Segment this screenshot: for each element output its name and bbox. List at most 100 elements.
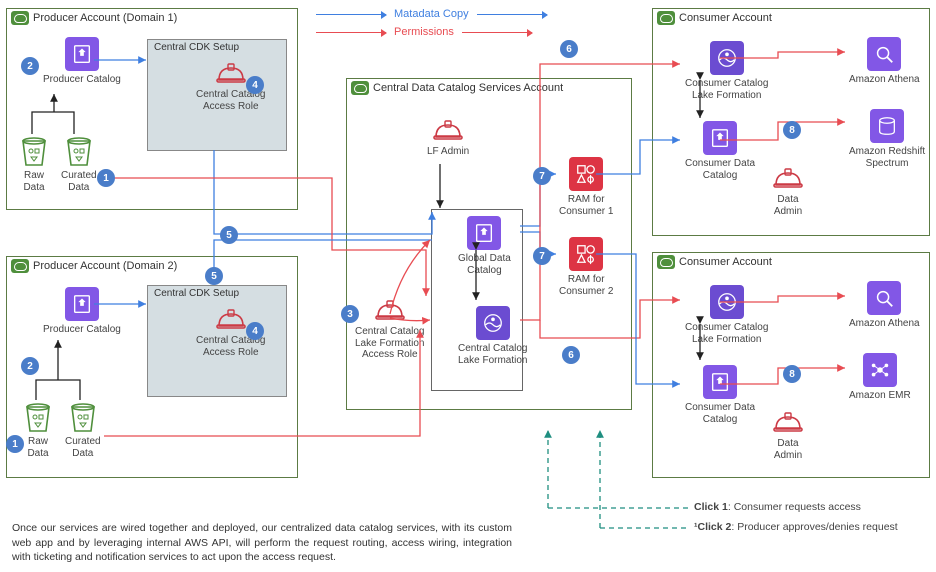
- icon-label: Consumer Data Catalog: [685, 402, 755, 425]
- data-admin: Data Admin: [773, 411, 803, 461]
- legend-label: Matadata Copy: [394, 8, 469, 20]
- catalog-group-box: Global Data Catalog Central Catalog Lake…: [431, 209, 523, 391]
- consumer-1-container: Consumer Account Consumer Catalog Lake F…: [652, 8, 930, 236]
- cdk-setup-box: Central CDK Setup Central Catalog Access…: [147, 285, 287, 397]
- step-3-badge: 3: [341, 305, 359, 323]
- step-2-badge: 2: [21, 357, 39, 375]
- step-5-badge: 5: [205, 267, 223, 285]
- bucket-icon: [21, 137, 47, 167]
- athena-icon: [867, 37, 901, 71]
- lf-admin: LF Admin: [427, 119, 469, 158]
- box-title: Central CDK Setup: [154, 42, 239, 53]
- producer-2-container: Producer Account (Domain 2) Producer Cat…: [6, 256, 298, 478]
- athena-icon: [867, 281, 901, 315]
- icon-label: Amazon Athena: [849, 318, 920, 330]
- step-6-badge: 6: [562, 346, 580, 364]
- icon-label: Raw Data: [23, 170, 44, 193]
- cdk-setup-box: Central CDK Setup Central Catalog Access…: [147, 39, 287, 151]
- step-4-badge: 4: [246, 322, 264, 340]
- global-data-catalog: Global Data Catalog: [458, 216, 511, 276]
- lake-icon: [476, 306, 510, 340]
- icon-label: Global Data Catalog: [458, 253, 511, 276]
- raw-data-bucket: Raw Data: [21, 137, 47, 193]
- consumer-2-container: Consumer Account Consumer Catalog Lake F…: [652, 252, 930, 478]
- step-5-badge: 5: [220, 226, 238, 244]
- helmet-icon: [773, 167, 803, 191]
- step-8-badge: 8: [783, 365, 801, 383]
- icon-label: Producer Catalog: [43, 324, 121, 336]
- emr: Amazon EMR: [849, 353, 911, 402]
- consumer-lake: Consumer Catalog Lake Formation: [685, 285, 768, 345]
- icon-label: RAM for Consumer 2: [559, 274, 613, 297]
- aws-cloud-icon: [657, 255, 675, 269]
- legend-metadata: Matadata Copy: [316, 8, 547, 20]
- step-2-badge: 2: [21, 57, 39, 75]
- icon-label: Curated Data: [65, 436, 101, 459]
- icon-label: Amazon Athena: [849, 74, 920, 86]
- data-admin: Data Admin: [773, 167, 803, 217]
- icon-label: Central Catalog Lake Formation Access Ro…: [355, 326, 424, 361]
- step-4-badge: 4: [246, 76, 264, 94]
- athena: Amazon Athena: [849, 281, 920, 330]
- bucket-icon: [70, 403, 96, 433]
- icon-label: Producer Catalog: [43, 74, 121, 86]
- producer-catalog: Producer Catalog: [43, 37, 121, 86]
- ram-icon: [569, 157, 603, 191]
- icon-label: Amazon EMR: [849, 390, 911, 402]
- step-8-badge: 8: [783, 121, 801, 139]
- icon-label: RAM for Consumer 1: [559, 194, 613, 217]
- container-title: Consumer Account: [679, 12, 772, 24]
- container-title: Producer Account (Domain 1): [33, 12, 177, 24]
- helmet-icon: [375, 299, 405, 323]
- container-title: Producer Account (Domain 2): [33, 260, 177, 272]
- legend-permissions: Permissions: [316, 26, 532, 38]
- catalog-icon: [703, 121, 737, 155]
- icon-label: Raw Data: [27, 436, 48, 459]
- icon-label: Curated Data: [61, 170, 97, 193]
- footer-description: Once our services are wired together and…: [12, 521, 512, 564]
- icon-label: Central Catalog Lake Formation: [458, 343, 527, 366]
- icon-label: Consumer Data Catalog: [685, 158, 755, 181]
- central-container: Central Data Catalog Services Account LF…: [346, 78, 632, 410]
- helmet-icon: [433, 119, 463, 143]
- lake-icon: [710, 41, 744, 75]
- catalog-icon: [65, 287, 99, 321]
- container-title: Consumer Account: [679, 256, 772, 268]
- box-title: Central CDK Setup: [154, 288, 239, 299]
- step-1-badge: 1: [97, 169, 115, 187]
- icon-label: Amazon Redshift Spectrum: [849, 146, 925, 169]
- step-7-badge: 7: [533, 247, 551, 265]
- catalog-icon: [65, 37, 99, 71]
- catalog-icon: [467, 216, 501, 250]
- central-lake-formation: Central Catalog Lake Formation: [458, 306, 527, 366]
- catalog-icon: [703, 365, 737, 399]
- icon-label: Consumer Catalog Lake Formation: [685, 322, 768, 345]
- redshift-spectrum: Amazon Redshift Spectrum: [849, 109, 925, 169]
- helmet-icon: [216, 62, 246, 86]
- athena: Amazon Athena: [849, 37, 920, 86]
- curated-data-bucket: Curated Data: [61, 137, 97, 193]
- bucket-icon: [66, 137, 92, 167]
- aws-cloud-icon: [11, 11, 29, 25]
- ram-consumer-2: RAM for Consumer 2: [559, 237, 613, 297]
- container-title: Central Data Catalog Services Account: [373, 82, 563, 94]
- helmet-icon: [773, 411, 803, 435]
- central-access-role: Central Catalog Lake Formation Access Ro…: [355, 299, 424, 361]
- step-6-badge: 6: [560, 40, 578, 58]
- step-7-badge: 7: [533, 167, 551, 185]
- bucket-icon: [25, 403, 51, 433]
- ram-consumer-1: RAM for Consumer 1: [559, 157, 613, 217]
- consumer-lake: Consumer Catalog Lake Formation: [685, 41, 768, 101]
- legend-label: Permissions: [394, 26, 454, 38]
- icon-label: LF Admin: [427, 146, 469, 158]
- icon-label: Data Admin: [774, 194, 802, 217]
- aws-cloud-icon: [657, 11, 675, 25]
- consumer-catalog: Consumer Data Catalog: [685, 121, 755, 181]
- step-1-badge: 1: [6, 435, 24, 453]
- aws-cloud-icon: [351, 81, 369, 95]
- producer-1-container: Producer Account (Domain 1) Producer Cat…: [6, 8, 298, 210]
- ram-icon: [569, 237, 603, 271]
- curated-data-bucket: Curated Data: [65, 403, 101, 459]
- producer-catalog: Producer Catalog: [43, 287, 121, 336]
- icon-label: Data Admin: [774, 438, 802, 461]
